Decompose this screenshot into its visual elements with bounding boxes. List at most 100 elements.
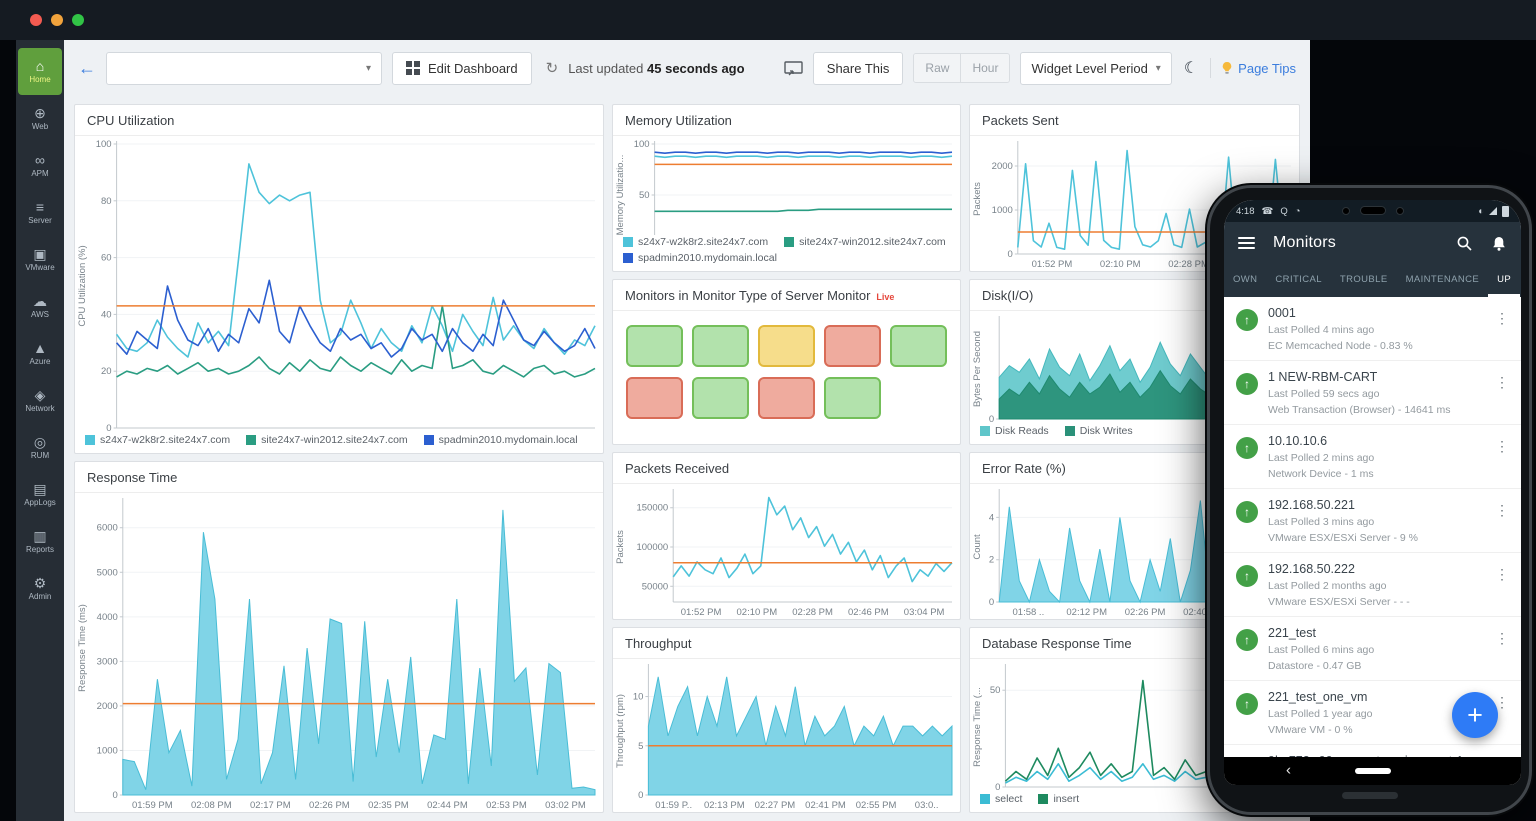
svg-text:02:27 PM: 02:27 PM xyxy=(755,800,796,811)
dashboard-select[interactable]: ▾ xyxy=(106,52,382,85)
overflow-menu-icon[interactable]: ⋮ xyxy=(1495,502,1509,544)
monitor-list-item[interactable]: ↑192.168.50.222Last Polled 2 months agoV… xyxy=(1224,553,1521,617)
response-time-card: Response Time 01000200030004000500060000… xyxy=(74,461,604,813)
sidebar-item-aws[interactable]: ☁AWS xyxy=(18,283,62,330)
sidebar-item-admin[interactable]: ⚙Admin xyxy=(18,565,62,612)
memory-legend: s24x7-w2k8r2.site24x7.comsite24x7-win201… xyxy=(613,235,960,271)
raw-button[interactable]: Raw xyxy=(914,54,960,82)
speaker-pill-icon xyxy=(1360,206,1386,215)
monitor-list-item[interactable]: ↑192.168.50.221Last Polled 3 mins agoVMw… xyxy=(1224,489,1521,553)
cast-screen-icon[interactable] xyxy=(784,61,803,76)
svg-text:0: 0 xyxy=(989,414,994,424)
tab-trouble[interactable]: TROUBLE xyxy=(1331,264,1397,297)
edit-dashboard-button[interactable]: Edit Dashboard xyxy=(392,52,532,85)
monitor-name: 192.168.50.222 xyxy=(1268,562,1485,576)
sidebar-item-web[interactable]: ⊕Web xyxy=(18,95,62,142)
aws-cloud-icon: ☁ xyxy=(33,294,47,308)
share-this-button[interactable]: Share This xyxy=(813,52,904,85)
sidebar-item-rum[interactable]: ◎RUM xyxy=(18,424,62,471)
card-title: Monitors in Monitor Type of Server Monit… xyxy=(613,280,960,311)
monitor-status-tile-trouble[interactable] xyxy=(758,325,815,367)
svg-text:01:52 PM: 01:52 PM xyxy=(1032,259,1073,270)
monitor-text: 10.10.10.6Last Polled 2 mins agoNetwork … xyxy=(1268,434,1485,480)
monitor-status-tile-up[interactable] xyxy=(626,325,683,367)
overflow-menu-icon[interactable]: ⋮ xyxy=(1495,630,1509,672)
sidebar-item-applogs[interactable]: ▤AppLogs xyxy=(18,471,62,518)
monitor-status-tile-up[interactable] xyxy=(692,325,749,367)
monitor-name: 0001 xyxy=(1268,306,1485,320)
sidebar-item-server[interactable]: ≡Server xyxy=(18,189,62,236)
hamburger-menu-icon[interactable] xyxy=(1238,237,1255,249)
battery-icon xyxy=(1502,206,1509,217)
tab-maintenance[interactable]: MAINTENANCE xyxy=(1397,264,1489,297)
live-badge: Live xyxy=(876,292,894,302)
widget-level-period-select[interactable]: Widget Level Period ▾ xyxy=(1020,52,1171,85)
zoom-window-button[interactable] xyxy=(72,14,84,26)
nav-home-pill[interactable] xyxy=(1355,768,1391,774)
monitor-status-tile-critical[interactable] xyxy=(626,377,683,419)
legend-swatch xyxy=(1038,794,1048,804)
nav-back-icon[interactable]: ‹ xyxy=(1286,762,1291,779)
monitor-last-polled: Last Polled 4 mins ago xyxy=(1268,324,1485,336)
svg-text:50: 50 xyxy=(639,190,650,201)
toolbar-divider xyxy=(1210,58,1211,78)
moon-dark-mode-icon[interactable]: ☾ xyxy=(1184,58,1198,78)
camera-dot-icon xyxy=(1396,207,1404,215)
overflow-menu-icon[interactable]: ⋮ xyxy=(1495,310,1509,352)
monitor-status-tile-critical[interactable] xyxy=(758,377,815,419)
monitor-list-item[interactable]: ↑9hu772w99g.execute-api.us-east-1....⋮ xyxy=(1224,745,1521,757)
hour-button[interactable]: Hour xyxy=(960,54,1009,82)
overflow-menu-icon[interactable]: ⋮ xyxy=(1495,374,1509,416)
sidebar-item-label: Web xyxy=(32,122,48,131)
monitor-last-polled: Last Polled 59 secs ago xyxy=(1268,388,1485,400)
svg-text:10: 10 xyxy=(633,692,644,703)
throughput-card: Throughput 051001:59 P..02:13 PM02:27 PM… xyxy=(612,627,961,813)
cpu-utilization-chart: 02040608010002:06 PM02:15 PM02:24 PM02:3… xyxy=(75,136,603,433)
legend-label: s24x7-w2k8r2.site24x7.com xyxy=(100,434,230,446)
monitor-status-tile-up[interactable] xyxy=(824,377,881,419)
refresh-icon[interactable]: ↻ xyxy=(546,59,559,77)
sidebar-item-azure[interactable]: ▲Azure xyxy=(18,330,62,377)
svg-text:50000: 50000 xyxy=(642,581,668,592)
back-button[interactable]: ← xyxy=(78,58,96,79)
add-monitor-fab[interactable]: + xyxy=(1452,692,1498,738)
monitor-list-item[interactable]: ↑10.10.10.6Last Polled 2 mins agoNetwork… xyxy=(1224,425,1521,489)
vibrate-icon: ◐ xyxy=(1478,206,1484,217)
svg-text:0: 0 xyxy=(638,790,643,801)
tab-own[interactable]: OWN xyxy=(1224,264,1266,297)
page-tips-link[interactable]: Page Tips xyxy=(1221,61,1296,76)
tab-up[interactable]: UP xyxy=(1488,264,1520,297)
monitor-status-tile-critical[interactable] xyxy=(824,325,881,367)
monitor-status-tile-up[interactable] xyxy=(890,325,947,367)
close-window-button[interactable] xyxy=(30,14,42,26)
minimize-window-button[interactable] xyxy=(51,14,63,26)
sidebar-item-apm[interactable]: ∞APM xyxy=(18,142,62,189)
response-time-chart-svg: 010002000300040005000600001:59 PM02:08 P… xyxy=(75,493,603,812)
sidebar-item-vmware[interactable]: ▣VMware xyxy=(18,236,62,283)
sidebar-item-reports[interactable]: ▥Reports xyxy=(18,518,62,565)
monitor-status-tile-up[interactable] xyxy=(692,377,749,419)
plus-icon: + xyxy=(1467,700,1483,731)
monitor-list-item[interactable]: ↑1 NEW-RBM-CARTLast Polled 59 secs agoWe… xyxy=(1224,361,1521,425)
tab-critical[interactable]: CRITICAL xyxy=(1266,264,1330,297)
throughput-chart-svg: 051001:59 P..02:13 PM02:27 PM02:41 PM02:… xyxy=(613,659,960,812)
monitor-list-item[interactable]: ↑0001Last Polled 4 mins agoEC Memcached … xyxy=(1224,297,1521,361)
sidebar-item-home[interactable]: ⌂Home xyxy=(18,48,62,95)
sidebar-item-label: Admin xyxy=(29,592,52,601)
monitor-detail: Web Transaction (Browser) - 14641 ms xyxy=(1268,404,1485,416)
camera-dot-icon xyxy=(1342,207,1350,215)
monitor-name: 1 NEW-RBM-CART xyxy=(1268,370,1485,384)
monitor-text: 0001Last Polled 4 mins agoEC Memcached N… xyxy=(1268,306,1485,352)
overflow-menu-icon[interactable]: ⋮ xyxy=(1495,438,1509,480)
search-icon[interactable] xyxy=(1456,235,1473,252)
bell-icon[interactable] xyxy=(1491,235,1507,252)
sidebar-item-network[interactable]: ◈Network xyxy=(18,377,62,424)
monitor-list-item[interactable]: ↑221_testLast Polled 6 mins agoDatastore… xyxy=(1224,617,1521,681)
legend-label: spadmin2010.mydomain.local xyxy=(638,252,777,264)
sidebar-item-label: Azure xyxy=(30,357,51,366)
legend-label: insert xyxy=(1053,793,1079,805)
card-title: Packets Sent xyxy=(970,105,1299,136)
svg-text:02:53 PM: 02:53 PM xyxy=(486,800,527,811)
overflow-menu-icon[interactable]: ⋮ xyxy=(1495,566,1509,608)
legend-item: spadmin2010.mydomain.local xyxy=(623,252,777,264)
